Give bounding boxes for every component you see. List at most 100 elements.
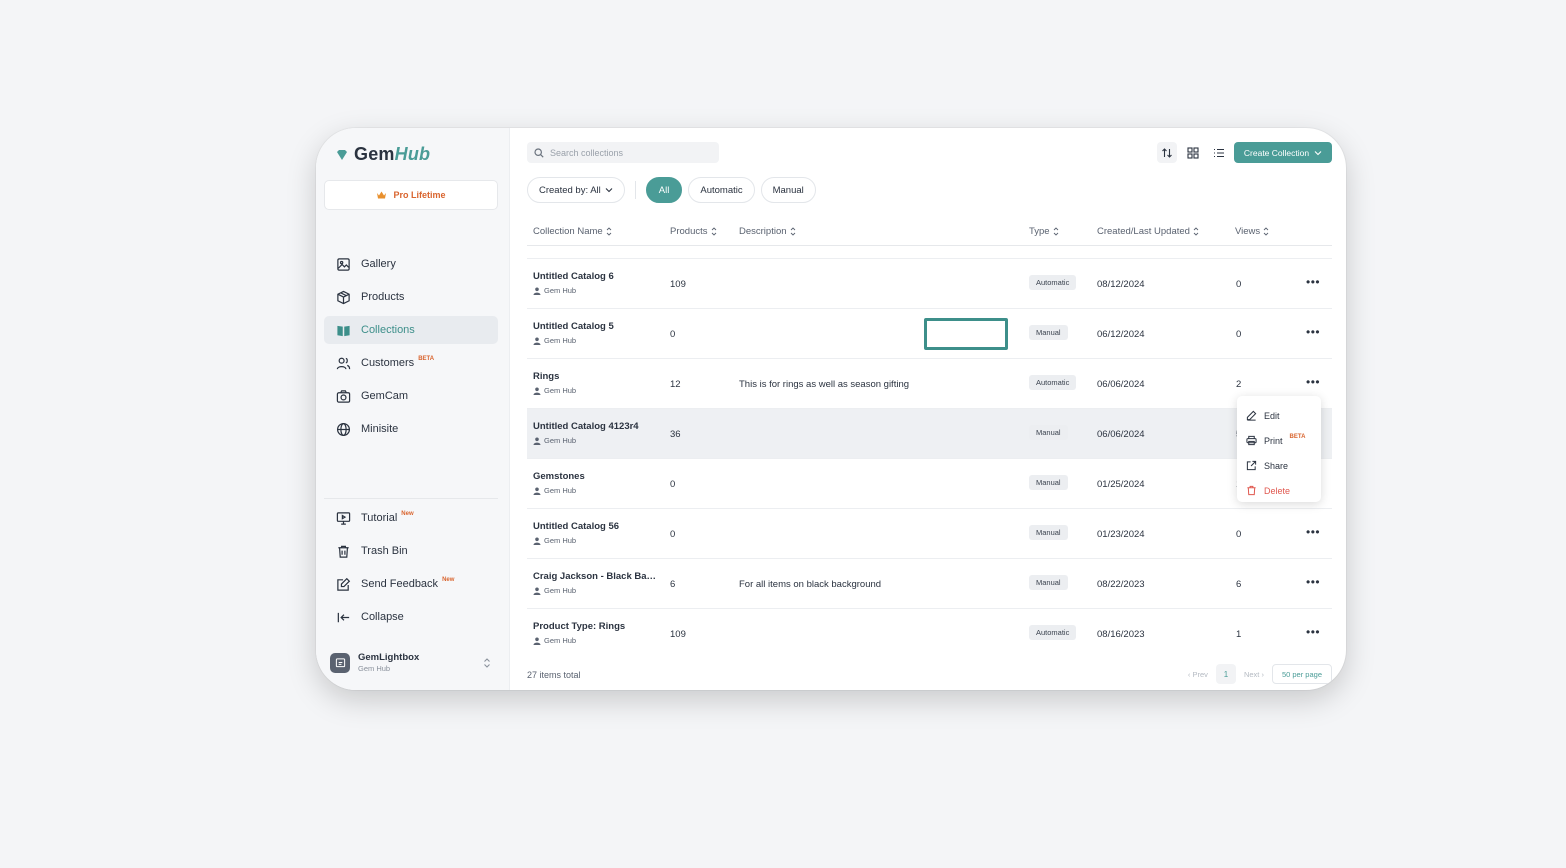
filter-tab-all[interactable]: All [645,177,683,203]
products-count: 36 [670,429,681,440]
create-collection-button[interactable]: Create Collection [1234,142,1332,163]
sidebar-item-tutorial[interactable]: Tutorial New [324,504,498,532]
column-header-views[interactable]: Views [1235,226,1269,237]
table-row[interactable]: Rings Gem Hub 12 This is for rings as we… [527,358,1332,408]
collection-owner: Gem Hub [533,286,576,295]
collection-name[interactable]: Gemstones [533,471,585,482]
menu-item-share[interactable]: Share [1237,453,1321,478]
page-number-button[interactable]: 1 [1215,664,1236,684]
search-box[interactable] [527,142,719,163]
camera-icon [336,389,351,403]
search-input[interactable] [550,147,710,158]
sort-icon [711,227,716,236]
more-options-icon[interactable]: ••• [1306,575,1320,589]
sort-arrows-icon [1162,147,1172,158]
collection-name[interactable]: Craig Jackson - Black Background [533,571,661,582]
table-row[interactable]: Untitled Catalog 6 Gem Hub 109 Automatic… [527,258,1332,308]
sidebar-item-send-feedback[interactable]: Send Feedback New [324,570,498,598]
list-view-button[interactable] [1209,142,1229,163]
users-icon [336,357,351,369]
collection-name[interactable]: Rings [533,371,559,382]
sidebar-item-trash-bin[interactable]: Trash Bin [324,537,498,565]
chevron-down-icon [1314,150,1322,155]
sidebar-item-minisite[interactable]: Minisite [324,415,498,443]
more-options-icon[interactable]: ••• [1306,325,1320,339]
prev-page-button[interactable]: ‹ Prev [1188,670,1208,679]
type-badge: Manual [1029,525,1068,540]
collection-name[interactable]: Untitled Catalog 4123r4 [533,421,639,432]
user-icon [533,387,541,395]
sidebar-item-gallery[interactable]: Gallery [324,250,498,278]
grid-icon [1187,146,1199,159]
filter-tab-manual[interactable]: Manual [760,177,816,203]
created-by-label: Created by: All [539,184,601,196]
collection-owner: Gem Hub [533,586,576,595]
book-open-icon [337,325,350,336]
menu-item-delete[interactable]: Delete [1237,478,1321,503]
sort-icon [1193,227,1199,236]
workspace-name: GemLightbox [358,652,420,663]
workspace-switcher[interactable]: GemLightbox Gem Hub [330,652,492,673]
products-count: 12 [670,379,681,390]
pro-plan-badge[interactable]: Pro Lifetime [324,180,498,210]
menu-item-print[interactable]: Print BETA [1237,428,1321,453]
column-header-products[interactable]: Products [670,226,717,237]
products-count: 109 [670,629,686,640]
updated-date: 01/25/2024 [1097,479,1145,490]
collection-owner: Gem Hub [533,436,576,445]
sort-button[interactable] [1157,142,1177,163]
filter-tab-automatic[interactable]: Automatic [688,177,755,203]
grid-view-button[interactable] [1183,142,1203,163]
filter-divider [634,181,636,199]
new-badge: New [401,511,414,517]
sidebar-item-collapse[interactable]: Collapse [324,603,498,631]
collection-owner: Gem Hub [533,386,576,395]
collection-name[interactable]: Product Type: Rings [533,621,625,632]
sort-icon [1053,227,1058,236]
next-page-button[interactable]: Next › [1244,670,1264,679]
table-row[interactable]: Untitled Catalog 56 Gem Hub 0 Manual 01/… [527,508,1332,558]
table-row[interactable]: Gemstones Gem Hub 0 Manual 01/25/2024 1 [527,458,1332,508]
user-icon [533,587,541,595]
table-row[interactable]: Product Type: Rings Gem Hub 109 Automati… [527,608,1332,658]
sidebar-item-customers[interactable]: Customers BETA [324,349,498,377]
column-header-collection-name[interactable]: Collection Name [533,226,612,237]
create-collection-label: Create Collection [1243,147,1310,158]
trash-icon [338,545,349,558]
table-row[interactable]: Untitled Catalog 4123r4 Gem Hub 36 Manua… [527,408,1332,458]
more-options-icon[interactable]: ••• [1306,275,1320,289]
gem-icon [337,149,347,160]
table-row[interactable]: Craig Jackson - Black Background Gem Hub… [527,558,1332,608]
collection-name[interactable]: Untitled Catalog 56 [533,521,619,532]
search-icon [534,147,544,158]
table-row[interactable]: Untitled Catalog 5 Gem Hub 0 Manual 06/1… [527,308,1332,358]
menu-item-edit[interactable]: Edit [1237,403,1321,428]
table-header: Collection Name Products Description Typ… [527,222,1332,246]
user-icon [533,487,541,495]
page-size-select[interactable]: 50 per page [1271,664,1332,684]
pagination: ‹ Prev 1 Next › 50 per page [1188,664,1332,684]
collection-owner: Gem Hub [533,636,576,645]
more-options-icon[interactable]: ••• [1306,375,1320,389]
updated-date: 08/12/2024 [1097,279,1145,290]
trash-icon [1247,485,1256,496]
more-options-icon[interactable]: ••• [1306,625,1320,639]
column-header-type[interactable]: Type [1029,226,1059,237]
created-by-filter[interactable]: Created by: All [527,177,625,203]
column-header-created-updated[interactable]: Created/Last Updated [1097,226,1199,237]
sort-icon [1263,227,1269,236]
collection-name[interactable]: Untitled Catalog 5 [533,321,614,332]
sidebar-item-products[interactable]: Products [324,283,498,311]
logo[interactable]: GemHub [336,144,430,165]
collection-name[interactable]: Untitled Catalog 6 [533,271,614,282]
sidebar-item-collections[interactable]: Collections [324,316,498,344]
type-badge: Manual [1029,475,1068,490]
more-options-icon[interactable]: ••• [1306,525,1320,539]
views-count: 0 [1236,329,1242,340]
collection-description: For all items on black background [739,579,882,590]
sidebar-item-gemcam[interactable]: GemCam [324,382,498,410]
column-header-description[interactable]: Description [739,226,796,237]
pencil-icon [1246,410,1257,421]
updated-date: 06/06/2024 [1097,429,1145,440]
user-icon [533,637,541,645]
